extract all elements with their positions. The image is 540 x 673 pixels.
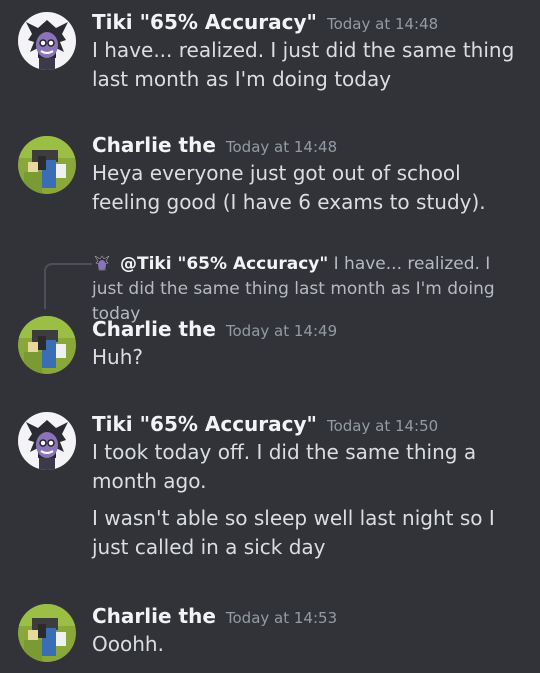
message-text: Ooohh.	[92, 632, 164, 656]
timestamp: Today at 14:53	[225, 609, 338, 627]
charlie-avatar-icon	[18, 604, 76, 662]
reply-spine	[44, 263, 92, 309]
tiki-avatar-icon	[18, 12, 76, 70]
message-text: Heya everyone just got out of school fee…	[92, 161, 486, 214]
reply-author[interactable]: @Tiki "65% Accuracy"	[120, 254, 328, 274]
username[interactable]: Charlie the	[92, 317, 216, 341]
timestamp: Today at 14:49	[225, 322, 338, 340]
tiki-avatar-icon	[18, 412, 76, 470]
avatar[interactable]	[18, 412, 76, 470]
username[interactable]: Tiki "65% Accuracy"	[92, 10, 317, 34]
message-text: Huh?	[92, 345, 144, 369]
timestamp: Today at 14:48	[326, 15, 439, 33]
timestamp: Today at 14:48	[225, 138, 338, 156]
tiki-avatar-icon	[92, 253, 112, 273]
username[interactable]: Tiki "65% Accuracy"	[92, 412, 317, 436]
avatar[interactable]	[18, 604, 76, 662]
avatar[interactable]	[18, 136, 76, 194]
charlie-avatar-icon	[18, 316, 76, 374]
message-header: Charlie the Today at 14:49	[92, 315, 526, 343]
message-header: Tiki "65% Accuracy" Today at 14:50	[92, 410, 526, 438]
message-text: I wasn't able so sleep well last night s…	[92, 506, 495, 559]
charlie-avatar-icon	[18, 136, 76, 194]
message-text: I took today off. I did the same thing a…	[92, 440, 477, 493]
message-header: Charlie the Today at 14:53	[92, 602, 526, 630]
avatar[interactable]	[18, 316, 76, 374]
message-text: I have... realized. I just did the same …	[92, 38, 515, 91]
timestamp: Today at 14:50	[326, 417, 439, 435]
username[interactable]: Charlie the	[92, 133, 216, 157]
avatar[interactable]	[18, 12, 76, 70]
reply-avatar	[92, 253, 112, 273]
message-header: Charlie the Today at 14:48	[92, 131, 526, 159]
username[interactable]: Charlie the	[92, 604, 216, 628]
message-header: Tiki "65% Accuracy" Today at 14:48	[92, 8, 526, 36]
